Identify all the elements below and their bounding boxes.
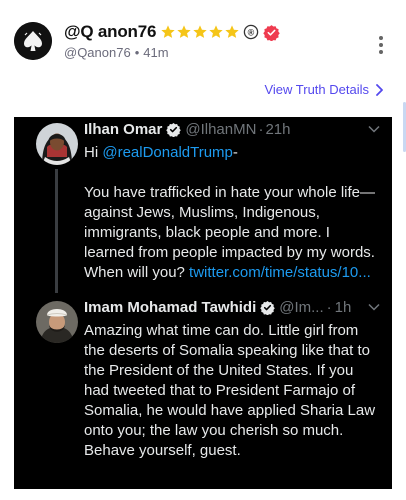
star-rating (160, 24, 240, 40)
view-truth-details-label: View Truth Details (264, 82, 369, 97)
embedded-tweet-screenshot: Ilhan Omar @IlhanMN · 21h Hi @realDonald… (14, 117, 392, 489)
author-display-name[interactable]: @Q anon76 (64, 22, 156, 42)
tweet-ilhan-omar: Ilhan Omar @IlhanMN · 21h Hi @realDonald… (14, 117, 392, 297)
more-options-icon[interactable] (374, 34, 388, 56)
verified-check-icon (166, 122, 182, 137)
star-icon (225, 25, 239, 38)
tweet-time: 1h (334, 299, 352, 316)
tweet-text: Hi @realDonaldTrump- You have trafficked… (84, 143, 382, 283)
post-time[interactable]: 41m (143, 45, 168, 60)
tweet-meta-separator: · (258, 121, 264, 138)
ilhan-omar-avatar (36, 123, 78, 165)
tweet-time: 21h (265, 121, 291, 138)
imam-tawhidi-avatar (36, 301, 78, 343)
tweet-greeting: Hi (84, 144, 103, 161)
thread-connector (55, 169, 58, 293)
svg-text:®: ® (248, 28, 255, 38)
tweet-mention: @realDonaldTrump (102, 144, 233, 161)
tweet-author-handle: @IlhanMN (185, 121, 257, 138)
chevron-right-icon (376, 83, 383, 96)
registered-mark-icon: ® (244, 24, 259, 40)
author-avatar[interactable] (14, 22, 52, 60)
tweet-author-name: Ilhan Omar (84, 121, 163, 138)
tweet-author-name: Imam Mohamad Tawhidi (84, 299, 257, 316)
chevron-down-icon (368, 303, 380, 311)
star-icon (209, 25, 223, 38)
verified-check-icon (260, 300, 275, 315)
verified-badge-icon (263, 24, 280, 41)
spade-logo-icon (14, 22, 52, 60)
chevron-down-icon (368, 125, 380, 133)
star-icon (177, 25, 191, 38)
tweet-text: Amazing what time can do. Little girl fr… (84, 322, 376, 459)
tweet-link: twitter.com/time/status/10... (189, 264, 371, 281)
star-icon (193, 25, 207, 38)
tweet-meta-separator: · (326, 299, 332, 316)
post-meta: @Qanon76 • 41m (64, 45, 169, 60)
view-truth-details-link[interactable]: View Truth Details (264, 82, 384, 97)
star-icon (161, 25, 175, 38)
author-handle[interactable]: @Qanon76 (64, 45, 131, 60)
tweet-imam-tawhidi: Imam Mohamad Tawhidi @Im... · 1h Amazing… (14, 297, 392, 489)
meta-separator: • (134, 45, 140, 60)
tweet-greeting-suffix: - (232, 144, 238, 161)
tweet-author-handle: @Im... (279, 299, 324, 316)
post-header: @Q anon76 ® @Qanon76 • 41m (14, 20, 394, 64)
